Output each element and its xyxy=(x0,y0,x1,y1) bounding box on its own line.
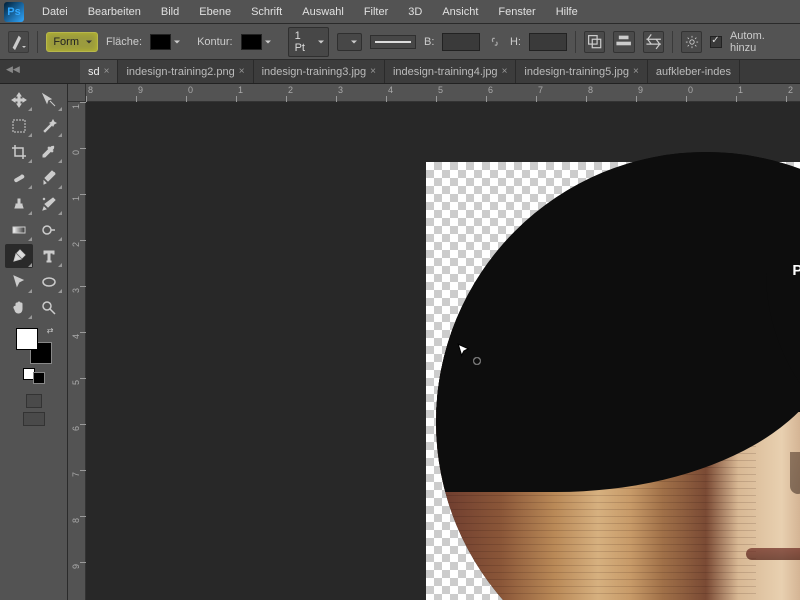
path-arrangement-button[interactable] xyxy=(643,31,664,53)
options-bar: Form Fläche: Kontur: 1 Pt B: H: Autom. h… xyxy=(0,24,800,60)
default-colors-icon-bg xyxy=(33,372,45,384)
gradient-tool[interactable] xyxy=(5,218,33,242)
tab-label: indesign-training5.jpg xyxy=(524,66,629,78)
magic-wand-tool[interactable] xyxy=(35,114,63,138)
menu-image[interactable]: Bild xyxy=(151,2,189,22)
ellipse-tool[interactable] xyxy=(35,270,63,294)
width-label: B: xyxy=(424,36,434,48)
brush-tool[interactable] xyxy=(35,166,63,190)
document-tabs: sd × indesign-training2.png × indesign-tra… xyxy=(0,60,800,84)
menu-help[interactable]: Hilfe xyxy=(546,2,588,22)
stroke-style-dropdown[interactable] xyxy=(370,35,416,49)
fill-label: Fläche: xyxy=(106,36,142,48)
clone-stamp-tool[interactable] xyxy=(5,192,33,216)
menu-type[interactable]: Schrift xyxy=(241,2,292,22)
foreground-color-swatch[interactable] xyxy=(16,328,38,350)
canvas[interactable]: PSD-Tutorials.de xyxy=(86,102,800,600)
settings-icon[interactable] xyxy=(681,31,702,53)
tab-label: indesign-training2.png xyxy=(126,66,234,78)
height-label: H: xyxy=(510,36,521,48)
type-tool[interactable] xyxy=(35,244,63,268)
divider xyxy=(37,31,38,53)
tool-preset-picker[interactable] xyxy=(8,31,29,53)
crop-tool[interactable] xyxy=(5,140,33,164)
zoom-tool[interactable] xyxy=(35,296,63,320)
menu-select[interactable]: Auswahl xyxy=(292,2,354,22)
close-icon[interactable]: × xyxy=(239,66,245,77)
horizontal-ruler[interactable]: 890123456789012 xyxy=(86,84,800,102)
hand-tool[interactable] xyxy=(5,296,33,320)
menu-view[interactable]: Ansicht xyxy=(432,2,488,22)
marquee-tool[interactable] xyxy=(5,114,33,138)
history-brush-tool[interactable] xyxy=(35,192,63,216)
path-operations-button[interactable] xyxy=(584,31,605,53)
tab-label: indesign-training3.jpg xyxy=(262,66,367,78)
workspace: ⇄ 890123456789012 101234567890 xyxy=(0,84,800,600)
logo-text: PSD-Tutorials.de xyxy=(792,262,800,279)
document-tab[interactable]: aufkleber-indes xyxy=(648,60,740,83)
disc-artwork: PSD-Tutorials.de xyxy=(436,152,800,600)
tab-label: indesign-training4.jpg xyxy=(393,66,498,78)
menu-bar: Ps Datei Bearbeiten Bild Ebene Schrift A… xyxy=(0,0,800,24)
document-tab[interactable]: indesign-training3.jpg× xyxy=(254,60,385,83)
height-input[interactable] xyxy=(529,33,567,51)
menu-layer[interactable]: Ebene xyxy=(189,2,241,22)
screen-mode-button[interactable] xyxy=(23,412,45,426)
divider xyxy=(575,31,576,53)
path-alignment-button[interactable] xyxy=(613,31,634,53)
width-input[interactable] xyxy=(442,33,480,51)
black-swoop-shape xyxy=(436,152,800,412)
stroke-width-stepper[interactable] xyxy=(337,33,362,51)
shape-mode-dropdown[interactable]: Form xyxy=(46,32,98,52)
ruler-origin[interactable] xyxy=(68,84,86,102)
artboard: PSD-Tutorials.de xyxy=(426,162,800,600)
portrait-lips xyxy=(746,548,800,560)
close-icon[interactable]: × xyxy=(633,66,639,77)
close-icon[interactable]: × xyxy=(104,66,110,77)
document-tab[interactable]: sd × xyxy=(80,60,118,83)
fill-swatch[interactable] xyxy=(150,34,171,50)
stroke-swatch[interactable] xyxy=(241,34,262,50)
toolbox: ⇄ xyxy=(0,84,68,600)
link-aspect-icon[interactable] xyxy=(488,35,502,49)
app-logo: Ps xyxy=(4,2,24,22)
tab-label: aufkleber-indes xyxy=(656,66,731,78)
swap-colors-icon[interactable]: ⇄ xyxy=(47,326,54,335)
dodge-tool[interactable] xyxy=(35,218,63,242)
tab-label: sd xyxy=(88,66,100,78)
quick-mask-button[interactable] xyxy=(26,394,42,408)
menu-file[interactable]: Datei xyxy=(32,2,78,22)
portrait-nose xyxy=(790,452,800,494)
color-picker[interactable]: ⇄ xyxy=(16,328,52,364)
document-tab[interactable]: indesign-training2.png × xyxy=(118,60,253,83)
artboard-tool[interactable] xyxy=(35,88,63,112)
auto-add-label: Autom. hinzu xyxy=(730,30,792,54)
healing-brush-tool[interactable] xyxy=(5,166,33,190)
collapse-handle-icon[interactable]: ◀◀ xyxy=(6,64,20,75)
document-tab[interactable]: indesign-training5.jpg × xyxy=(516,60,647,83)
menu-edit[interactable]: Bearbeiten xyxy=(78,2,151,22)
auto-add-checkbox[interactable] xyxy=(710,36,722,48)
stroke-label: Kontur: xyxy=(197,36,232,48)
menu-3d[interactable]: 3D xyxy=(398,2,432,22)
document-tab[interactable]: indesign-training4.jpg × xyxy=(385,60,516,83)
menu-filter[interactable]: Filter xyxy=(354,2,398,22)
pen-tool[interactable] xyxy=(5,244,33,268)
vertical-ruler[interactable]: 101234567890 xyxy=(68,102,86,600)
path-selection-tool[interactable] xyxy=(5,270,33,294)
close-icon[interactable]: × xyxy=(502,66,508,77)
move-tool[interactable] xyxy=(5,88,33,112)
close-icon[interactable]: × xyxy=(370,66,376,77)
stroke-width-dropdown[interactable]: 1 Pt xyxy=(288,27,329,57)
canvas-area: 890123456789012 101234567890 PSD-Tutoria… xyxy=(68,84,800,600)
menu-window[interactable]: Fenster xyxy=(488,2,545,22)
divider xyxy=(672,31,673,53)
eyedropper-tool[interactable] xyxy=(35,140,63,164)
